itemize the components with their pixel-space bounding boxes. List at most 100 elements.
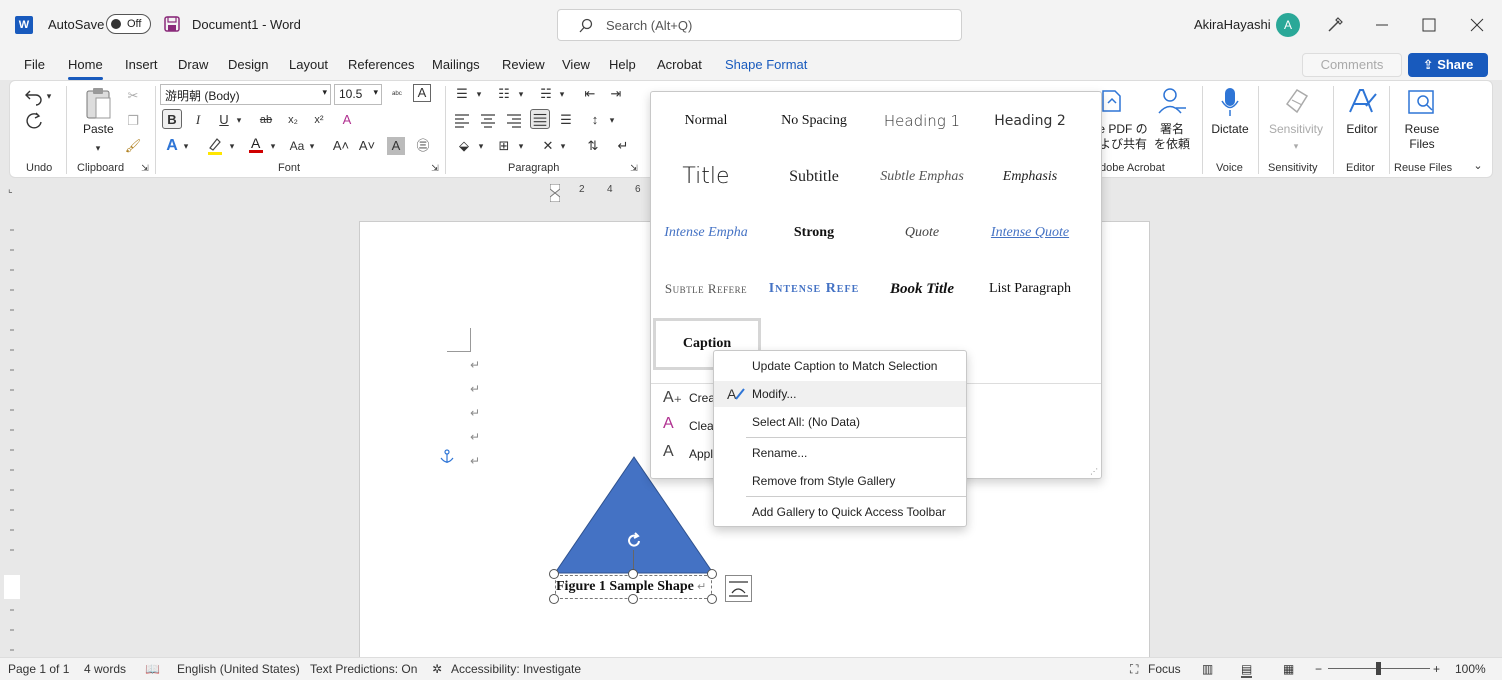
search-box[interactable]: Search (Alt+Q) [557,9,962,41]
paragraph-launcher-icon[interactable]: ⇲ [628,162,640,174]
distributed-icon[interactable]: ☰ [556,110,576,130]
microphone-icon[interactable] [1220,86,1240,118]
menu-item-update-caption[interactable]: Update Caption to Match Selection [714,353,966,379]
resize-handle[interactable] [707,594,717,604]
close-icon[interactable] [1467,15,1487,35]
text-effects-icon[interactable]: A [162,136,182,156]
text-predictions[interactable]: Text Predictions: On [310,662,417,676]
autosave-toggle[interactable]: Off [106,14,151,34]
tab-home[interactable]: Home [68,57,103,80]
editor-label[interactable]: Editor [1340,122,1384,137]
decrease-indent-icon[interactable]: ⇤ [580,84,600,104]
resize-handle[interactable] [707,569,717,579]
font-size-select[interactable]: 10.5 ▾ [334,84,382,105]
tab-insert[interactable]: Insert [125,57,158,72]
numbering-dropdown-icon[interactable]: ▾ [515,84,527,104]
increase-indent-icon[interactable]: ⇥ [606,84,626,104]
proofing-icon[interactable]: 📖 [145,662,160,676]
change-case-abc-icon[interactable]: ᵃᵇᶜ [387,84,407,104]
tab-draw[interactable]: Draw [178,57,208,72]
resize-handle[interactable] [549,594,559,604]
tab-layout[interactable]: Layout [289,57,328,72]
tab-references[interactable]: References [348,57,414,72]
web-layout-icon[interactable]: ▦ [1283,662,1294,676]
tab-review[interactable]: Review [502,57,545,72]
tab-acrobat[interactable]: Acrobat [657,57,702,72]
caption-text[interactable]: Figure 1 Sample Shape [556,579,694,595]
style-normal[interactable]: Normal [652,95,760,147]
maximize-icon[interactable] [1419,15,1439,35]
justify-icon[interactable] [530,109,550,129]
menu-item-remove-from-gallery[interactable]: Remove from Style Gallery [714,468,966,494]
paste-dropdown-icon[interactable]: ▾ [88,138,108,158]
multilevel-list-icon[interactable]: ☵ [536,84,556,104]
style-subtle-emphasis[interactable]: Subtle Emphas [868,151,976,203]
zoom-out-icon[interactable]: − [1315,662,1322,676]
menu-item-select-all[interactable]: Select All: (No Data) [714,409,966,435]
italic-button[interactable]: I [188,110,208,130]
strikethrough-button[interactable]: ab [256,110,276,130]
word-count[interactable]: 4 words [84,662,126,676]
character-shading-icon[interactable]: A [387,137,405,155]
tab-view[interactable]: View [562,57,590,72]
create-style-item[interactable]: Crea [689,391,715,405]
style-subtitle[interactable]: Subtitle [760,151,868,203]
underline-button[interactable]: U [214,110,234,130]
highlight-dropdown-icon[interactable]: ▾ [226,136,238,156]
grow-font-icon[interactable]: A˄ [331,136,351,156]
clear-formatting-icon[interactable]: A [337,110,357,130]
line-spacing-icon[interactable]: ↕ [585,110,605,130]
superscript-button[interactable]: x² [309,110,329,130]
shrink-font-icon[interactable]: A˅ [357,136,377,156]
align-right-icon[interactable] [504,110,524,130]
indent-marker-icon[interactable] [550,184,560,202]
multilevel-dropdown-icon[interactable]: ▾ [556,84,568,104]
share-button[interactable]: ⇪ Share [1408,53,1488,77]
apply-styles-item[interactable]: Appl [689,447,713,461]
bullets-dropdown-icon[interactable]: ▾ [473,84,485,104]
copy-icon[interactable]: ❐ [123,111,143,131]
request-signature-icon[interactable] [1156,86,1188,116]
underline-dropdown-icon[interactable]: ▾ [233,110,245,130]
asian-layout-dropdown-icon[interactable]: ▾ [557,136,569,156]
shading-dropdown-icon[interactable]: ▾ [475,136,487,156]
change-case-icon[interactable]: Aa [287,136,307,156]
dictate-label[interactable]: Dictate [1208,122,1252,137]
zoom-in-icon[interactable]: + [1433,662,1440,676]
style-strong[interactable]: Strong [760,207,868,259]
character-border-icon[interactable]: A [413,84,431,102]
accessibility-status[interactable]: Accessibility: Investigate [451,662,581,676]
reuse-files-line2[interactable]: Files [1398,137,1446,152]
style-no-spacing[interactable]: No Spacing [760,95,868,147]
resize-handle[interactable] [549,569,559,579]
style-subtle-reference[interactable]: Subtle Refere [652,263,760,315]
read-mode-icon[interactable]: ▥ [1202,662,1213,676]
style-quote[interactable]: Quote [868,207,976,259]
font-name-select[interactable]: 游明朝 (Body) ▾ [160,84,331,105]
sort-icon[interactable]: ⇅ [583,136,603,156]
undo-icon[interactable] [24,86,44,106]
asian-layout-icon[interactable]: ✕ [538,136,558,156]
bullets-icon[interactable]: ☰ [452,84,472,104]
style-emphasis[interactable]: Emphasis [976,151,1084,203]
sensitivity-label[interactable]: Sensitivity [1264,122,1328,137]
enclose-characters-icon[interactable]: ㊂ [413,136,433,156]
style-title[interactable]: Title [652,151,760,203]
reuse-files-icon[interactable] [1406,88,1438,116]
anchor-icon[interactable] [439,449,455,465]
tab-design[interactable]: Design [228,57,268,72]
minimize-icon[interactable] [1372,15,1392,35]
borders-dropdown-icon[interactable]: ▾ [515,136,527,156]
line-spacing-dropdown-icon[interactable]: ▾ [606,110,618,130]
bold-button[interactable]: B [162,109,182,129]
style-intense-emphasis[interactable]: Intense Empha [652,207,760,259]
resize-handle[interactable] [628,594,638,604]
style-heading-1[interactable]: Heading 1 [868,95,976,147]
style-intense-quote[interactable]: Intense Quote [976,207,1084,259]
highlight-icon[interactable] [205,136,225,156]
sensitivity-icon[interactable] [1283,86,1311,116]
avatar[interactable]: A [1276,13,1300,37]
menu-item-add-to-qat[interactable]: Add Gallery to Quick Access Toolbar [714,499,966,525]
format-painter-icon[interactable]: 🖌 [123,136,143,156]
sensitivity-dropdown-icon[interactable]: ▾ [1286,136,1306,156]
